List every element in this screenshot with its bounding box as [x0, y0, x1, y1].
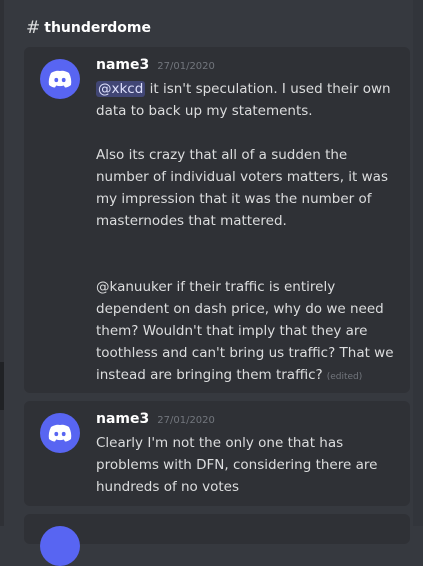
channel-name: thunderdome	[44, 20, 151, 36]
message-paragraph: @xkcd it isn't speculation. I used their…	[96, 78, 396, 122]
avatar[interactable]	[40, 413, 80, 453]
message-card[interactable]: name3 27/01/2020 @xkcd it isn't speculat…	[24, 47, 410, 393]
author-name[interactable]: name3	[96, 57, 149, 73]
user-mention[interactable]: @xkcd	[96, 81, 146, 97]
message-paragraph: Clearly I'm not the only one that has pr…	[96, 435, 378, 495]
discord-logo-icon	[48, 424, 72, 442]
right-scrollbar-track[interactable]	[413, 0, 423, 526]
message-meta: name3 27/01/2020	[96, 411, 215, 427]
edited-label: (edited)	[326, 372, 363, 382]
message-content: Clearly I'm not the only one that has pr…	[96, 432, 396, 498]
message-text: @kanuuker if their traffic is entirely d…	[96, 279, 394, 383]
timestamp: 27/01/2020	[157, 61, 215, 72]
message-content: @xkcd it isn't speculation. I used their…	[96, 78, 396, 388]
message-card[interactable]: name3 27/01/2020 Clearly I'm not the onl…	[24, 401, 410, 506]
discord-logo-icon	[48, 70, 72, 88]
channel-hash-icon: #	[26, 18, 41, 38]
avatar[interactable]	[40, 59, 80, 99]
scrollbar-thumb[interactable]	[0, 362, 4, 410]
message-paragraph: @kanuuker if their traffic is entirely d…	[96, 276, 396, 388]
message-meta: name3 27/01/2020	[96, 57, 215, 73]
author-name[interactable]: name3	[96, 411, 149, 427]
channel-header: # thunderdome	[26, 18, 151, 38]
timestamp: 27/01/2020	[157, 415, 215, 426]
message-card[interactable]	[24, 514, 410, 566]
left-scrollbar[interactable]	[0, 0, 4, 526]
avatar[interactable]	[40, 526, 80, 566]
message-paragraph: Also its crazy that all of a sudden the …	[96, 147, 388, 229]
